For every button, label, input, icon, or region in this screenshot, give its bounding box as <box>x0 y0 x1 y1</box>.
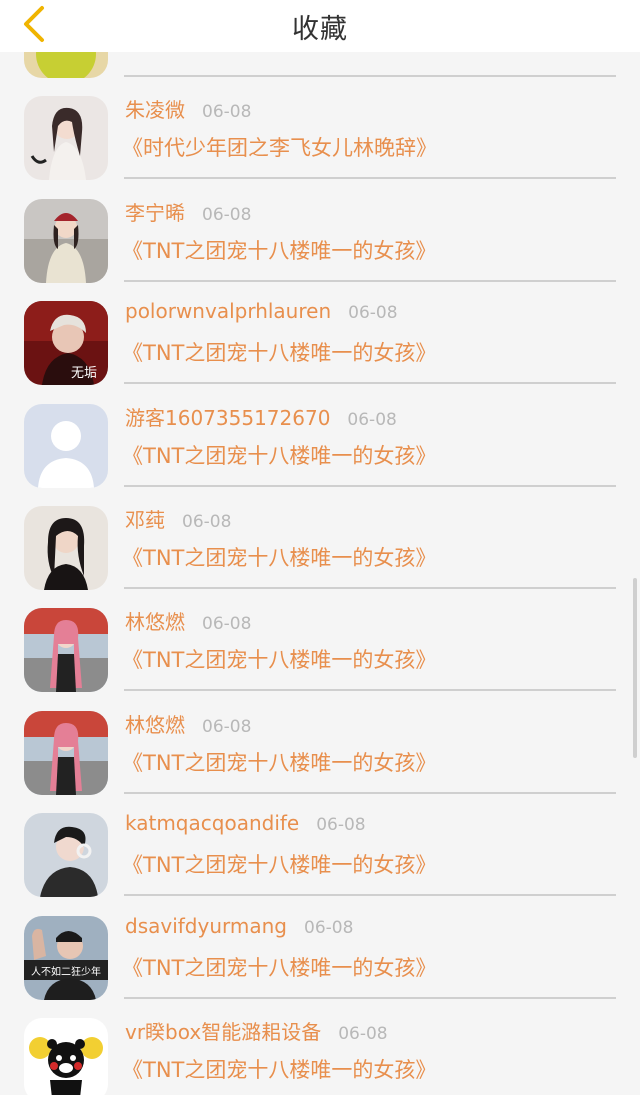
book-title[interactable]: 《TNT之团宠十八楼唯一的女孩》 <box>122 337 436 367</box>
book-title[interactable]: 《TNT之团宠十八楼唯一的女孩》 <box>122 542 436 572</box>
list-item[interactable]: 游客1607355172670 06-08 《TNT之团宠十八楼唯一的女孩》 <box>0 388 640 490</box>
book-title[interactable]: 《TNT之团宠十八楼唯一的女孩》 <box>122 849 436 879</box>
user-name[interactable]: katmqacqoandife <box>125 811 299 835</box>
user-name[interactable]: 邓莼 <box>125 504 165 533</box>
user-name[interactable]: 朱凌微 <box>125 94 185 123</box>
favorites-screen: 朱凌微 06-08 《时代少年团之李飞女儿林晚辞》 李宁晞 06-08 《TNT之团… <box>0 0 640 1095</box>
user-name[interactable]: dsavifdyurmang <box>125 914 287 938</box>
divider <box>124 689 616 692</box>
user-name[interactable]: 林悠燃 <box>125 709 185 738</box>
avatar[interactable] <box>24 1017 108 1095</box>
divider <box>124 586 616 589</box>
page-title: 收藏 <box>292 13 348 45</box>
avatar[interactable] <box>24 813 108 898</box>
avatar[interactable] <box>24 710 108 795</box>
user-name[interactable]: 李宁晞 <box>125 197 185 226</box>
user-name[interactable]: vr睽box智能潞耜设备 <box>125 1016 321 1045</box>
date: 06-08 <box>202 614 252 635</box>
book-title[interactable]: 《TNT之团宠十八楼唯一的女孩》 <box>122 440 436 470</box>
avatar[interactable] <box>24 505 108 590</box>
header: 收藏 <box>0 0 640 52</box>
divider <box>124 484 616 487</box>
divider <box>124 894 616 897</box>
user-name[interactable]: polorwnvalprhlauren <box>125 299 331 323</box>
divider <box>124 382 616 385</box>
book-title[interactable]: 《TNT之团宠十八楼唯一的女孩》 <box>122 235 436 265</box>
book-title[interactable]: 《TNT之团宠十八楼唯一的女孩》 <box>122 747 436 777</box>
date: 06-08 <box>304 917 354 938</box>
divider <box>124 996 616 999</box>
default-avatar-icon[interactable] <box>24 403 108 488</box>
date: 06-08 <box>316 815 366 836</box>
divider <box>124 279 616 282</box>
date: 06-08 <box>202 204 252 225</box>
date: 06-08 <box>347 409 397 430</box>
user-name[interactable]: 林悠燃 <box>125 606 185 635</box>
book-title[interactable]: 《TNT之团宠十八楼唯一的女孩》 <box>122 644 436 674</box>
book-title[interactable]: 《TNT之团宠十八楼唯一的女孩》 <box>122 1054 436 1084</box>
book-title[interactable]: 《TNT之团宠十八楼唯一的女孩》 <box>122 952 436 982</box>
avatar[interactable] <box>24 96 108 181</box>
avatar-caption: 人不如二狂少年 <box>31 965 101 978</box>
scrollbar[interactable] <box>633 578 637 758</box>
avatar[interactable]: 无垢 <box>24 301 108 386</box>
back-button[interactable] <box>14 4 54 44</box>
date: 06-08 <box>182 511 232 532</box>
date: 06-08 <box>202 716 252 737</box>
list-item[interactable]: katmqacqoandife 06-08 《TNT之团宠十八楼唯一的女孩》 <box>0 797 640 899</box>
date: 06-08 <box>202 102 252 123</box>
favorites-list[interactable]: 朱凌微 06-08 《时代少年团之李飞女儿林晚辞》 李宁晞 06-08 《TNT之团… <box>0 0 640 1095</box>
divider <box>124 75 616 77</box>
date: 06-08 <box>348 303 398 324</box>
list-item[interactable]: 邓莼 06-08 《TNT之团宠十八楼唯一的女孩》 <box>0 490 640 592</box>
avatar[interactable] <box>24 198 108 283</box>
chevron-left-icon <box>24 6 44 42</box>
list-item[interactable]: vr睽box智能潞耜设备 06-08 《TNT之团宠十八楼唯一的女孩》 <box>0 1002 640 1095</box>
date: 06-08 <box>338 1023 388 1044</box>
avatar[interactable] <box>24 608 108 693</box>
user-name[interactable]: 游客1607355172670 <box>125 402 330 431</box>
list-item[interactable]: 林悠燃 06-08 《TNT之团宠十八楼唯一的女孩》 <box>0 695 640 797</box>
divider <box>124 791 616 794</box>
list-item[interactable]: 朱凌微 06-08 《时代少年团之李飞女儿林晚辞》 <box>0 80 640 182</box>
divider <box>124 177 616 180</box>
avatar[interactable]: 人不如二狂少年 <box>24 915 108 1000</box>
list-item[interactable]: 人不如二狂少年 dsavifdyurmang 06-08 《TNT之团宠十八楼唯一… <box>0 900 640 1002</box>
list-item[interactable]: 无垢 polorwnvalprhlauren 06-08 《TNT之团宠十八楼唯一… <box>0 285 640 387</box>
avatar-caption: 无垢 <box>71 366 97 381</box>
list-item[interactable]: 李宁晞 06-08 《TNT之团宠十八楼唯一的女孩》 <box>0 183 640 285</box>
book-title[interactable]: 《时代少年团之李飞女儿林晚辞》 <box>122 132 437 162</box>
list-item[interactable]: 林悠燃 06-08 《TNT之团宠十八楼唯一的女孩》 <box>0 592 640 694</box>
